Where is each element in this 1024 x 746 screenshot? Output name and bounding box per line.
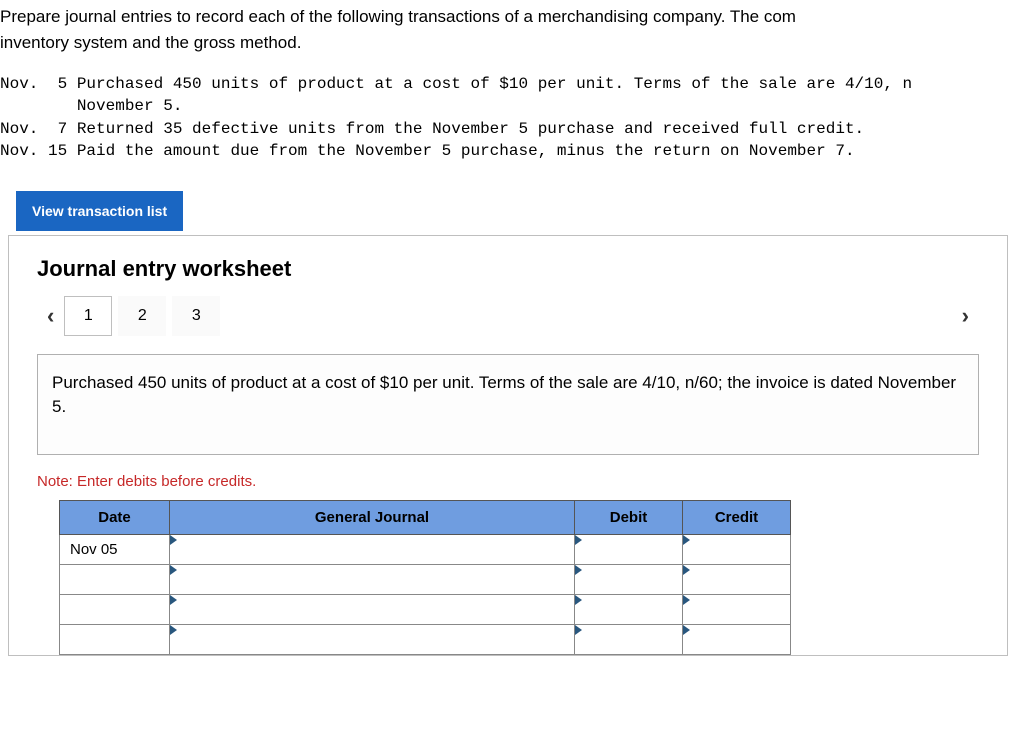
general-journal-cell[interactable]	[170, 624, 575, 654]
general-journal-cell[interactable]	[170, 594, 575, 624]
intro-line2: inventory system and the gross method.	[0, 33, 301, 52]
date-cell[interactable]	[60, 564, 170, 594]
debit-cell[interactable]	[575, 594, 683, 624]
debit-cell[interactable]	[575, 534, 683, 564]
tab-2[interactable]: 2	[118, 296, 166, 336]
table-row	[60, 564, 791, 594]
worksheet-title: Journal entry worksheet	[9, 256, 1007, 282]
view-transaction-list-button[interactable]: View transaction list	[16, 191, 183, 231]
header-debit: Debit	[575, 500, 683, 534]
date-cell[interactable]	[60, 624, 170, 654]
tab-1[interactable]: 1	[64, 296, 112, 336]
debit-cell[interactable]	[575, 564, 683, 594]
transaction-list-text: Nov. 5 Purchased 450 units of product at…	[0, 73, 1024, 163]
credit-cell[interactable]	[683, 534, 791, 564]
table-row	[60, 624, 791, 654]
debit-credit-note: Note: Enter debits before credits.	[37, 473, 979, 490]
credit-cell[interactable]	[683, 624, 791, 654]
header-date: Date	[60, 500, 170, 534]
chevron-right-icon[interactable]: ›	[952, 303, 979, 329]
header-general-journal: General Journal	[170, 500, 575, 534]
date-cell[interactable]	[60, 594, 170, 624]
credit-cell[interactable]	[683, 594, 791, 624]
intro-line1: Prepare journal entries to record each o…	[0, 7, 796, 26]
general-journal-cell[interactable]	[170, 534, 575, 564]
credit-cell[interactable]	[683, 564, 791, 594]
tab-3[interactable]: 3	[172, 296, 220, 336]
header-credit: Credit	[683, 500, 791, 534]
date-cell[interactable]: Nov 05	[60, 534, 170, 564]
journal-entry-table: Date General Journal Debit Credit Nov 05	[59, 500, 791, 655]
worksheet-pager: ‹ 1 2 3 ›	[9, 296, 1007, 336]
table-row	[60, 594, 791, 624]
pager-left-group: ‹ 1 2 3	[37, 296, 226, 336]
journal-entry-worksheet: Journal entry worksheet ‹ 1 2 3 › Purcha…	[8, 235, 1008, 656]
chevron-left-icon[interactable]: ‹	[37, 303, 64, 329]
entry-description: Purchased 450 units of product at a cost…	[37, 354, 979, 455]
general-journal-cell[interactable]	[170, 564, 575, 594]
debit-cell[interactable]	[575, 624, 683, 654]
question-intro: Prepare journal entries to record each o…	[0, 0, 1024, 73]
table-row: Nov 05	[60, 534, 791, 564]
